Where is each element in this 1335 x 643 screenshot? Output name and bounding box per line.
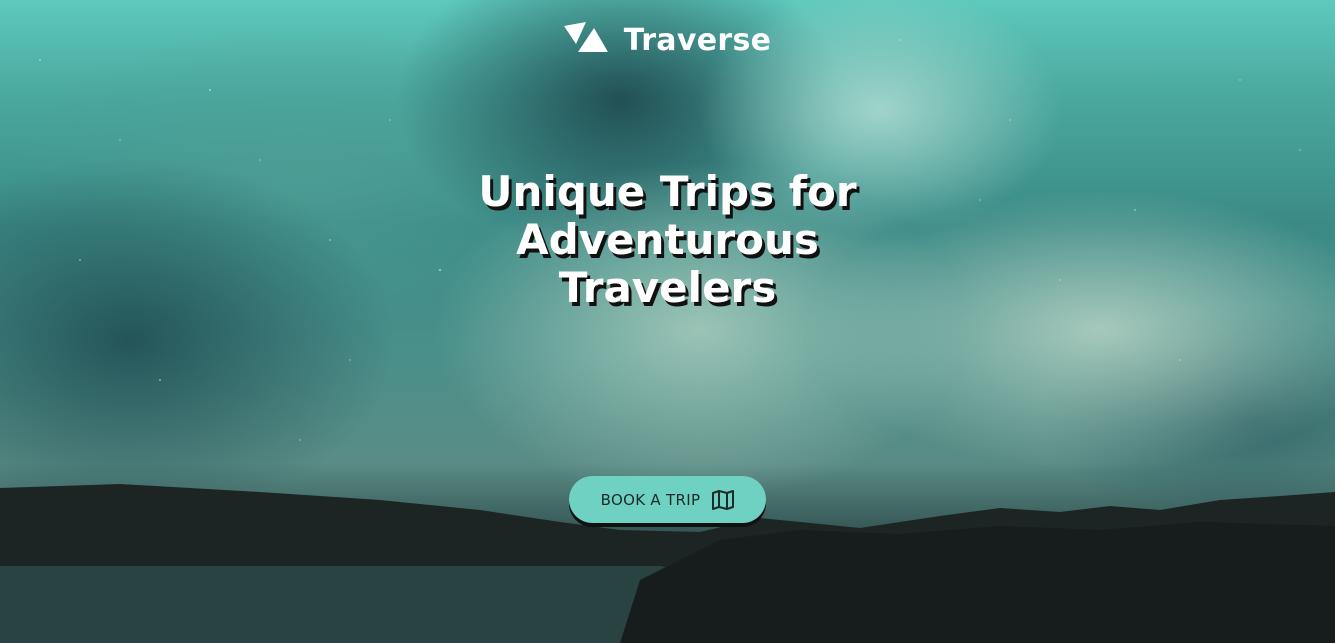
brand-name: Traverse	[623, 22, 772, 58]
book-a-trip-button[interactable]: BOOK A TRIP	[569, 476, 766, 523]
headline-line-3: Travelers	[558, 263, 777, 312]
book-a-trip-label: BOOK A TRIP	[600, 490, 701, 509]
traverse-logo-icon	[563, 22, 608, 52]
hero-background	[0, 0, 1335, 643]
map-icon	[712, 489, 735, 510]
logo[interactable]: Traverse	[563, 22, 772, 58]
site-header: Traverse	[0, 22, 1335, 58]
headline-line-1: Unique Trips for	[478, 167, 857, 216]
hero-headline: Unique Trips for Adventurous Travelers	[0, 168, 1335, 312]
headline-line-2: Adventurous	[516, 215, 819, 264]
